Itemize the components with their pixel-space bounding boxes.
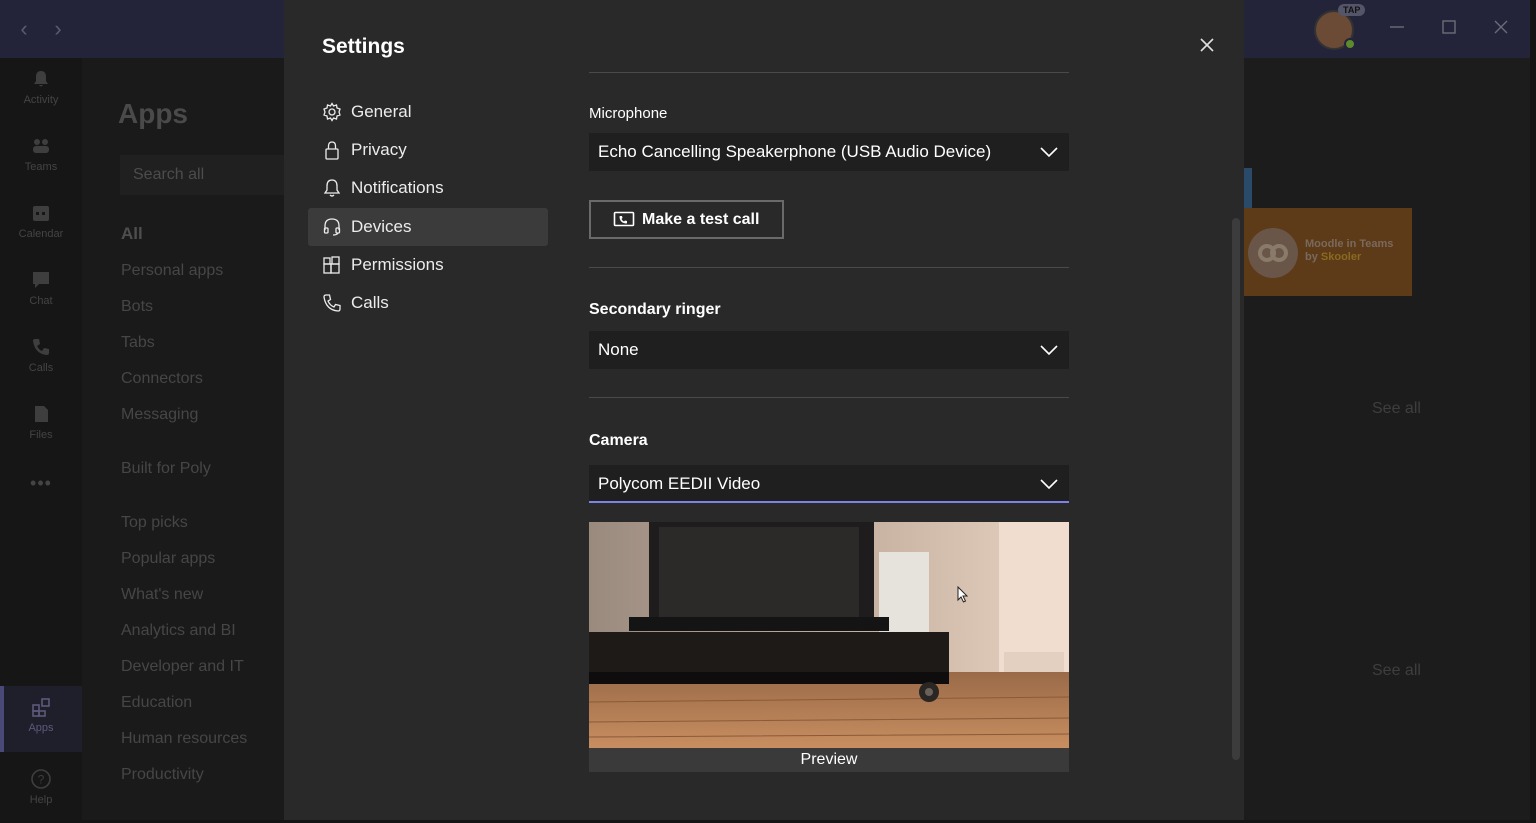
apps-category[interactable]: What's new [121, 586, 203, 604]
bell-icon [323, 179, 341, 197]
apps-category[interactable]: Top picks [121, 514, 188, 532]
phone-icon [323, 294, 341, 312]
divider [589, 267, 1069, 268]
avatar-badge: TAP [1338, 4, 1366, 16]
camera-preview-image [589, 522, 1069, 748]
apps-search-input[interactable]: Search all [120, 155, 284, 195]
settings-title: Settings [322, 35, 405, 58]
apps-category[interactable]: Education [121, 694, 192, 712]
minimize-icon[interactable] [1382, 14, 1412, 44]
maximize-icon[interactable] [1434, 14, 1464, 44]
chevron-down-icon [1040, 345, 1058, 356]
permissions-icon [323, 256, 340, 274]
rail-item-activity[interactable]: Activity [0, 58, 82, 120]
apps-category[interactable]: Popular apps [121, 550, 215, 568]
rail-item-help[interactable]: ? Help [0, 758, 82, 820]
apps-category[interactable]: Built for Poly [121, 460, 211, 478]
file-icon [35, 406, 48, 422]
apps-content-area [1244, 58, 1530, 820]
apps-category[interactable]: Productivity [121, 766, 204, 784]
window-close-icon[interactable] [1486, 14, 1516, 44]
rail-item-apps[interactable]: Apps [0, 686, 82, 752]
rail-item-chat[interactable]: Chat [0, 259, 82, 321]
lock-icon [325, 141, 339, 160]
apps-category[interactable]: Developer and IT [121, 658, 244, 676]
rail-item-teams[interactable]: Teams [0, 125, 82, 187]
moodle-author: Skooler [1320, 251, 1362, 263]
moodle-title: Moodle in Teams [1305, 238, 1394, 250]
preview-caption: Preview [589, 748, 1069, 772]
apps-category-all[interactable]: All [121, 224, 143, 244]
apps-category[interactable]: Human resources [121, 730, 247, 748]
make-test-call-button[interactable]: Make a test call [589, 200, 784, 239]
more-apps-icon[interactable]: ••• [0, 473, 82, 513]
microphone-select[interactable]: Echo Cancelling Speakerphone (USB Audio … [589, 133, 1069, 171]
divider [589, 72, 1069, 73]
apps-category[interactable]: Bots [121, 298, 153, 316]
moodle-by: by [1305, 251, 1318, 263]
app-rail: Activity Teams Calendar Chat Calls Files… [0, 58, 82, 820]
apps-category[interactable]: Tabs [121, 334, 155, 352]
see-all-link[interactable]: See all [1372, 662, 1421, 680]
rail-item-calls[interactable]: Calls [0, 326, 82, 388]
camera-label: Camera [589, 432, 648, 449]
secondary-ringer-value: None [598, 340, 639, 359]
camera-preview: Preview [589, 522, 1069, 772]
divider [589, 397, 1069, 398]
apps-category[interactable]: Analytics and BI [121, 622, 236, 640]
chevron-down-icon [1040, 479, 1058, 490]
secondary-ringer-label: Secondary ringer [589, 301, 721, 318]
apps-title: Apps [118, 98, 188, 129]
camera-value: Polycom EEDII Video [598, 474, 761, 493]
teams-window: ‹ › TAP Activity Teams Calendar Chat Cal… [0, 0, 1530, 820]
teams-icon [33, 139, 49, 153]
app-card-edge [1244, 168, 1252, 208]
settings-nav-devices[interactable]: Devices [308, 208, 548, 246]
apps-category[interactable]: Personal apps [121, 262, 223, 280]
camera-select[interactable]: Polycom EEDII Video [589, 465, 1069, 503]
forward-icon[interactable]: › [48, 17, 68, 41]
microphone-value: Echo Cancelling Speakerphone (USB Audio … [598, 142, 992, 161]
avatar[interactable]: TAP [1314, 4, 1366, 50]
phone-icon [33, 339, 49, 355]
calendar-icon [33, 206, 49, 221]
close-icon[interactable] [1192, 33, 1222, 59]
apps-panel: Apps Search all All Personal apps Bots T… [82, 58, 284, 820]
moodle-app-card[interactable]: Moodle in Teams by Skooler [1244, 208, 1412, 296]
back-icon[interactable]: ‹ [14, 17, 34, 41]
settings-scrollbar[interactable] [1232, 218, 1240, 760]
svg-text:?: ? [38, 773, 45, 787]
apps-category[interactable]: Messaging [121, 406, 198, 424]
help-icon: ? [31, 769, 51, 789]
presence-icon [1344, 38, 1356, 50]
bell-icon [34, 71, 48, 87]
settings-nav-privacy[interactable]: Privacy [308, 131, 548, 169]
rail-item-files[interactable]: Files [0, 393, 82, 455]
test-call-icon [613, 211, 635, 227]
see-all-link[interactable]: See all [1372, 400, 1421, 418]
chevron-down-icon [1040, 147, 1058, 158]
rail-item-calendar[interactable]: Calendar [0, 192, 82, 254]
settings-nav-general[interactable]: General [308, 93, 548, 131]
headset-icon [323, 218, 341, 236]
mouse-cursor-icon [957, 586, 969, 603]
settings-nav-notifications[interactable]: Notifications [308, 169, 548, 207]
chat-icon [33, 272, 49, 288]
apps-category[interactable]: Connectors [121, 370, 203, 388]
settings-nav-calls[interactable]: Calls [308, 284, 548, 322]
settings-dialog: Settings General Privacy Notifications D… [284, 0, 1244, 820]
gear-icon [323, 102, 341, 122]
microphone-label: Microphone [589, 105, 668, 122]
settings-nav-permissions[interactable]: Permissions [308, 246, 548, 284]
moodle-logo-icon [1248, 228, 1298, 278]
apps-icon [32, 698, 50, 717]
secondary-ringer-select[interactable]: None [589, 331, 1069, 369]
